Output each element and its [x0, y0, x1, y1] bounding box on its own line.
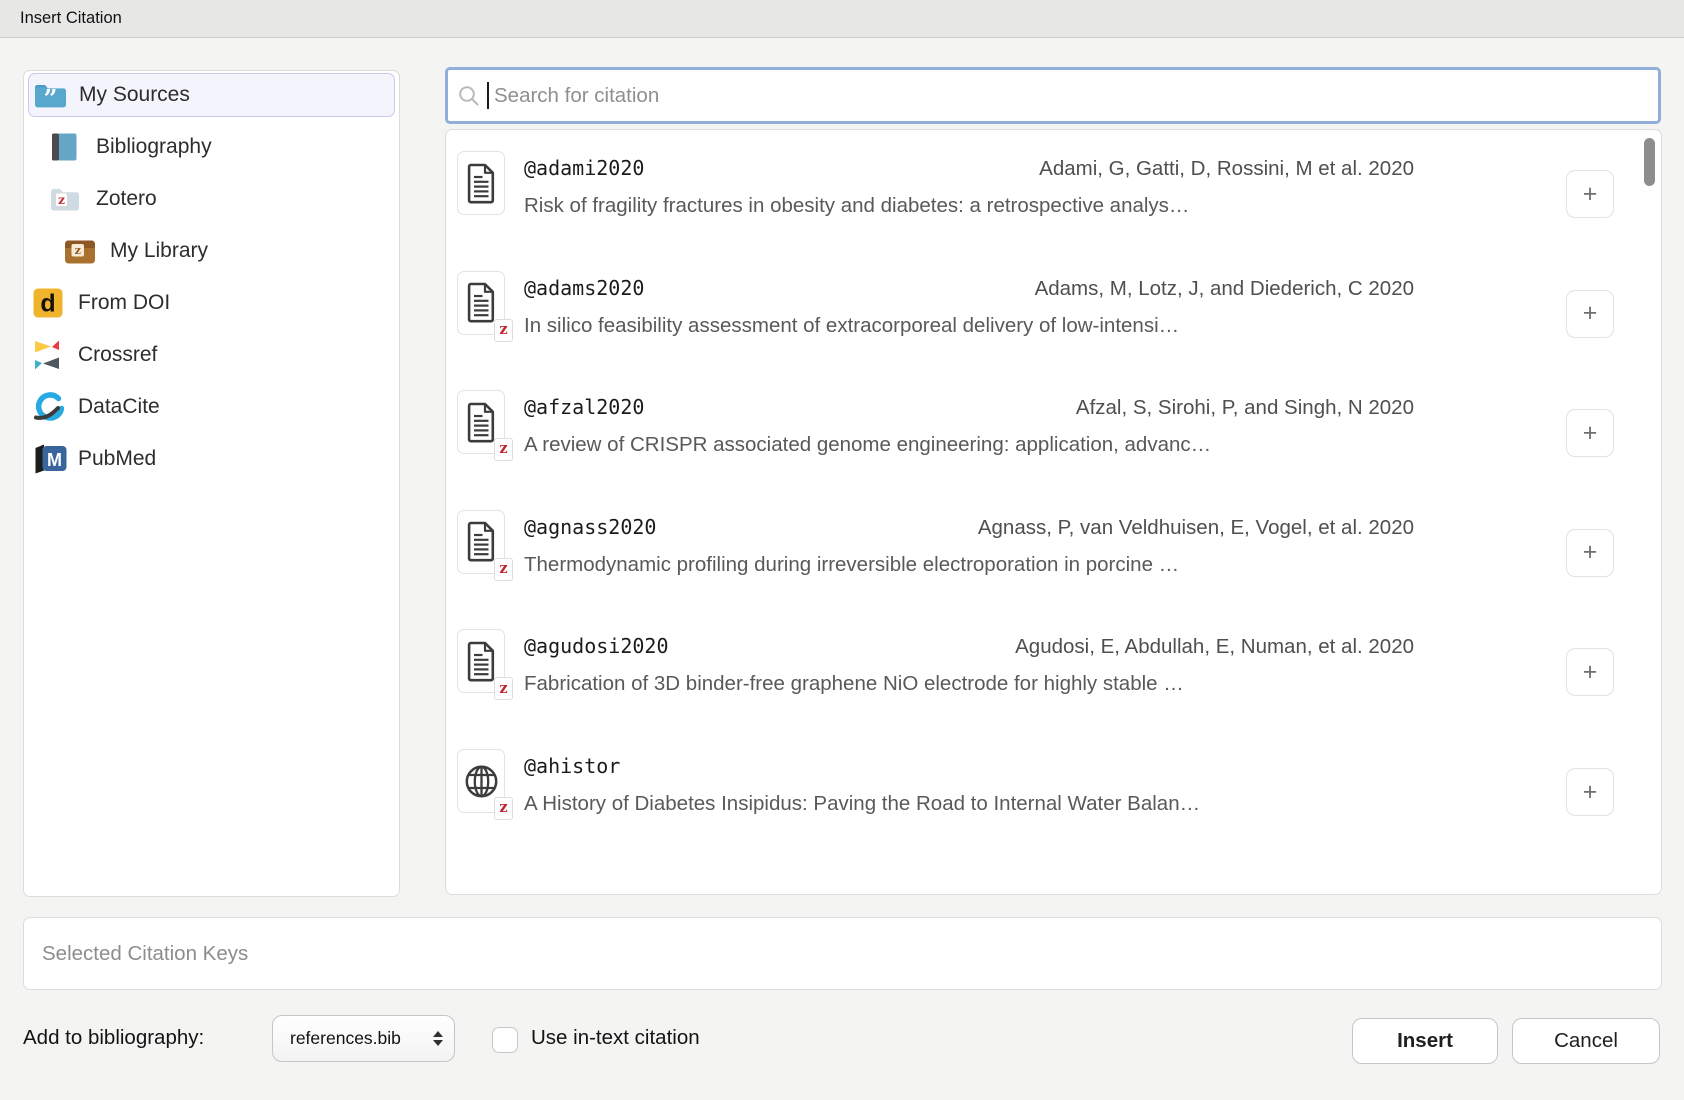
citation-row[interactable]: z @agnass2020 Agnass, P, van Veldhuisen, E…: [446, 510, 1661, 584]
sidebar-item-pubmed[interactable]: M PubMed: [28, 437, 395, 481]
text-cursor: [487, 82, 489, 109]
bibliography-book-icon: [50, 132, 78, 162]
citation-authors: Adami, G, Gatti, D, Rossini, M et al. 20…: [1039, 154, 1414, 184]
sidebar-item-my-sources[interactable]: ” My Sources: [28, 73, 395, 117]
citation-row[interactable]: z @adams2020 Adams, M, Lotz, J, and Dieder…: [446, 271, 1661, 345]
citation-key-line: @adami2020 Adami, G, Gatti, D, Rossini, M…: [524, 153, 1414, 184]
citation-key-line: @afzal2020 Afzal, S, Sirohi, P, and Singh…: [524, 392, 1414, 423]
selected-keys-placeholder: Selected Citation Keys: [42, 942, 248, 966]
sidebar-item-label: PubMed: [78, 447, 156, 471]
svg-text:M: M: [47, 450, 62, 470]
citation-key-line: @agnass2020 Agnass, P, van Veldhuisen, E,…: [524, 512, 1414, 543]
sidebar-item-label: Bibliography: [96, 135, 212, 159]
citation-authors: Agnass, P, van Veldhuisen, E, Vogel, et …: [978, 513, 1414, 543]
citation-key: @afzal2020: [524, 392, 644, 422]
bibliography-file-value: references.bib: [290, 1028, 401, 1049]
citation-key: @agudosi2020: [524, 631, 669, 661]
zotero-badge: z: [494, 677, 513, 700]
citation-key: @adami2020: [524, 153, 644, 183]
pubmed-icon: M: [33, 444, 67, 474]
sidebar-item-label: Crossref: [78, 343, 157, 367]
zotero-library-icon: z: [64, 238, 96, 265]
sidebar-item-label: My Library: [110, 239, 208, 263]
zotero-folder-icon: z: [50, 186, 80, 212]
sidebar-item-label: From DOI: [78, 291, 170, 315]
citation-key: @adams2020: [524, 273, 644, 303]
sidebar-item-label: My Sources: [79, 83, 190, 107]
zotero-badge: z: [494, 319, 513, 342]
crossref-icon: [33, 340, 61, 370]
document-icon: [457, 151, 505, 215]
cancel-button[interactable]: Cancel: [1512, 1018, 1660, 1064]
svg-text:z: z: [75, 244, 81, 257]
document-icon: z: [457, 390, 505, 454]
citation-authors: Agudosi, E, Abdullah, E, Numan, et al. 2…: [1015, 632, 1414, 662]
sidebar-item-from-doi[interactable]: d From DOI: [28, 281, 395, 325]
sidebar-item-my-library[interactable]: z My Library: [28, 229, 395, 273]
citation-row[interactable]: z @afzal2020 Afzal, S, Sirohi, P, and Sing…: [446, 390, 1661, 464]
zotero-badge: z: [494, 797, 513, 820]
insert-citation-dialog: Insert Citation ” My Sources Bibliography z…: [0, 0, 1684, 1100]
citation-title: Fabrication of 3D binder-free graphene N…: [524, 669, 1416, 699]
sidebar-item-bibliography[interactable]: Bibliography: [28, 125, 395, 169]
add-to-bibliography-label: Add to bibliography:: [23, 1026, 204, 1050]
search-icon: [458, 85, 480, 107]
zotero-badge: z: [494, 438, 513, 461]
citation-title: Thermodynamic profiling during irreversi…: [524, 550, 1416, 580]
sidebar-item-label: DataCite: [78, 395, 160, 419]
citation-results-list: @adami2020 Adami, G, Gatti, D, Rossini, M…: [445, 129, 1662, 895]
select-arrows-icon: [433, 1031, 443, 1046]
sidebar-item-crossref[interactable]: Crossref: [28, 333, 395, 377]
citation-key: @ahistor: [524, 751, 620, 781]
search-input[interactable]: [492, 83, 1648, 109]
svg-text:”: ”: [44, 84, 58, 109]
citation-key-line: @adams2020 Adams, M, Lotz, J, and Diederi…: [524, 273, 1414, 304]
sidebar-item-zotero[interactable]: z Zotero: [28, 177, 395, 221]
add-citation-button[interactable]: +: [1566, 529, 1614, 577]
citation-row[interactable]: z @ahistor A History of Diabetes Insipidus…: [446, 749, 1661, 823]
citation-key-line: @ahistor: [524, 751, 1414, 781]
document-icon: z: [457, 510, 505, 574]
citation-title: A review of CRISPR associated genome eng…: [524, 430, 1416, 460]
citation-title: In silico feasibility assessment of extr…: [524, 311, 1416, 341]
citation-title: Risk of fragility fractures in obesity a…: [524, 191, 1416, 221]
selected-citation-keys-panel[interactable]: Selected Citation Keys: [23, 917, 1662, 990]
citation-row[interactable]: z @agudosi2020 Agudosi, E, Abdullah, E, Nu…: [446, 629, 1661, 703]
search-box: [445, 67, 1661, 124]
sidebar-item-label: Zotero: [96, 187, 157, 211]
sidebar-item-datacite[interactable]: DataCite: [28, 385, 395, 429]
add-citation-button[interactable]: +: [1566, 648, 1614, 696]
document-icon: z: [457, 271, 505, 335]
webpage-icon: z: [457, 749, 505, 813]
bibliography-file-select[interactable]: references.bib: [272, 1015, 455, 1062]
dialog-title: Insert Citation: [20, 9, 122, 28]
citation-title: A History of Diabetes Insipidus: Paving …: [524, 789, 1416, 819]
sources-sidebar: ” My Sources Bibliography z Zotero z My Librar…: [23, 70, 400, 897]
in-text-citation-label: Use in-text citation: [531, 1026, 700, 1050]
citation-key-line: @agudosi2020 Agudosi, E, Abdullah, E, Num…: [524, 631, 1414, 662]
svg-text:d: d: [40, 290, 55, 318]
add-citation-button[interactable]: +: [1566, 290, 1614, 338]
sources-folder-icon: ”: [34, 82, 66, 109]
citation-authors: Afzal, S, Sirohi, P, and Singh, N 2020: [1076, 393, 1414, 423]
doi-icon: d: [33, 288, 63, 318]
add-citation-button[interactable]: +: [1566, 170, 1614, 218]
citation-authors: Adams, M, Lotz, J, and Diederich, C 2020: [1035, 274, 1414, 304]
svg-text:z: z: [58, 193, 65, 207]
in-text-citation-checkbox[interactable]: [492, 1027, 518, 1053]
citation-key: @agnass2020: [524, 512, 656, 542]
add-citation-button[interactable]: +: [1566, 768, 1614, 816]
zotero-badge: z: [494, 558, 513, 581]
insert-button[interactable]: Insert: [1352, 1018, 1498, 1064]
citation-row[interactable]: @adami2020 Adami, G, Gatti, D, Rossini, M…: [446, 151, 1661, 225]
document-icon: z: [457, 629, 505, 693]
add-citation-button[interactable]: +: [1566, 409, 1614, 457]
datacite-icon: [33, 392, 64, 422]
dialog-titlebar: Insert Citation: [0, 0, 1684, 38]
